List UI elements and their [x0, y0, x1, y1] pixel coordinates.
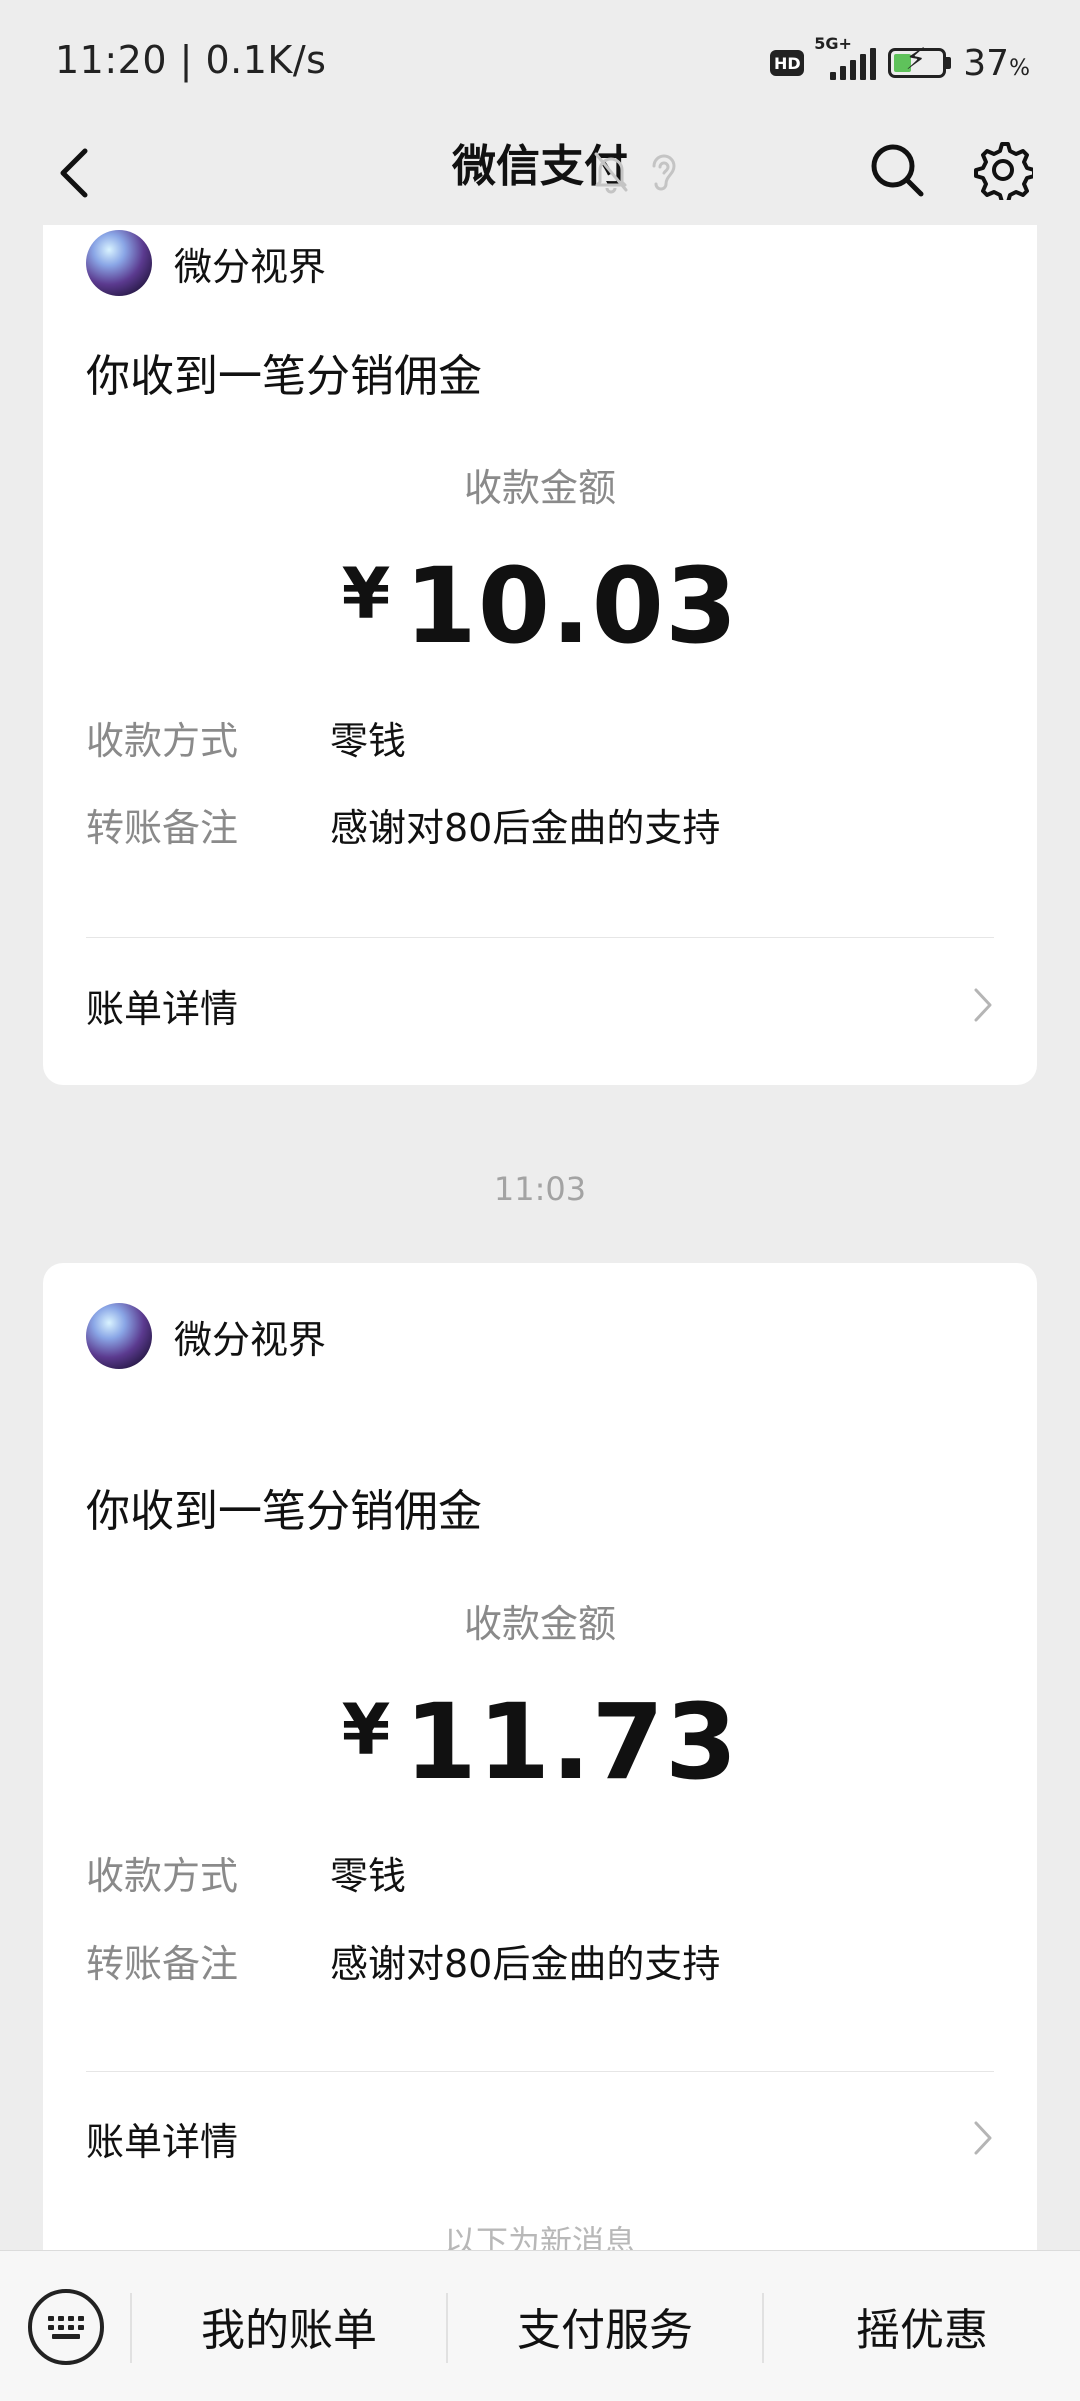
note-label: 转账备注	[86, 1942, 239, 1986]
merchant-header[interactable]: 微分视界	[86, 230, 326, 296]
merchant-avatar[interactable]	[86, 1303, 152, 1369]
menu-payment-services[interactable]: 支付服务	[448, 2251, 762, 2401]
merchant-name: 微分视界	[174, 244, 327, 289]
bill-detail-link[interactable]: 账单详情	[86, 965, 994, 1045]
battery-unit: %	[1009, 55, 1030, 81]
network-type: 5G+	[814, 34, 852, 53]
search-icon	[871, 144, 924, 197]
transfer-note-row: 转账备注 感谢对80后金曲的支持	[86, 797, 720, 852]
method-label: 收款方式	[86, 1854, 239, 1898]
chevron-right-icon	[974, 988, 992, 1022]
keyboard-toggle-button[interactable]	[28, 2289, 104, 2365]
status-separator: |	[179, 38, 206, 82]
amount-number: 11.73	[404, 1681, 739, 1803]
amount-number: 10.03	[404, 545, 739, 667]
payment-card[interactable]: 微分视界 你收到一笔分销佣金 收款金额 ¥11.73 收款方式 零钱 转账备注 …	[43, 1263, 1037, 2250]
amount-value: ¥11.73	[43, 1681, 1037, 1803]
method-value: 零钱	[330, 719, 407, 763]
note-value: 感谢对80后金曲的支持	[330, 806, 721, 850]
chat-status-icons	[592, 150, 678, 194]
battery-shell: ⚡	[888, 42, 947, 78]
bill-detail-label: 账单详情	[86, 2119, 239, 2164]
note-label: 转账备注	[86, 806, 239, 850]
divider	[86, 937, 994, 938]
amount-label: 收款金额	[463, 1602, 616, 1646]
signal-bar	[850, 60, 857, 80]
status-indicators: HD 5G+ ⚡ 37%	[770, 34, 1030, 88]
new-messages-hint: 以下为新消息	[443, 2223, 636, 2250]
keyboard-spacebar	[52, 2333, 80, 2339]
signal-bar	[830, 72, 837, 80]
currency-symbol: ¥	[341, 553, 391, 635]
message-list[interactable]: 微分视界 你收到一笔分销佣金 收款金额 ¥10.03 收款方式 零钱 转账备注 …	[0, 225, 1080, 2250]
bell-off-icon	[594, 152, 628, 194]
merchant-name: 微分视界	[174, 1317, 327, 1362]
battery-tip	[946, 57, 952, 69]
signal-bar	[860, 54, 867, 80]
menu-my-bills[interactable]: 我的账单	[132, 2251, 446, 2401]
signal-bar	[870, 48, 877, 80]
status-bar: 11:20 | 0.1K/s HD 5G+ ⚡ 37%	[0, 0, 1080, 120]
signal-bar	[840, 66, 847, 80]
amount-label: 收款金额	[463, 466, 616, 510]
chevron-right-icon	[974, 2121, 992, 2155]
menu-shake-offers[interactable]: 摇优惠	[764, 2251, 1080, 2401]
keyboard-keys	[48, 2315, 84, 2330]
card-headline: 你收到一笔分销佣金	[86, 351, 482, 402]
bottom-menu-bar: 我的账单 支付服务 摇优惠	[0, 2250, 1080, 2401]
currency-symbol: ¥	[341, 1689, 391, 1771]
bill-detail-label: 账单详情	[86, 986, 239, 1031]
method-value: 零钱	[330, 1854, 407, 1898]
transfer-note-row: 转账备注 感谢对80后金曲的支持	[86, 1933, 720, 1988]
battery-icon: ⚡	[888, 42, 952, 78]
settings-button[interactable]	[968, 135, 1038, 205]
payment-card[interactable]: 微分视界 你收到一笔分销佣金 收款金额 ¥10.03 收款方式 零钱 转账备注 …	[43, 225, 1037, 1085]
signal-icon: 5G+	[814, 34, 877, 80]
hd-badge: HD	[770, 50, 805, 76]
amount-value: ¥10.03	[43, 545, 1037, 667]
payment-method-row: 收款方式 零钱	[86, 710, 406, 765]
search-button[interactable]	[862, 135, 932, 205]
net-speed: 0.1K/s	[205, 38, 327, 82]
merchant-header[interactable]: 微分视界	[86, 1303, 326, 1369]
message-timestamp: 11:03	[493, 1170, 587, 1208]
bill-detail-link[interactable]: 账单详情	[86, 2098, 994, 2178]
battery-value: 37	[963, 42, 1010, 84]
gear-icon	[974, 142, 1033, 200]
divider	[86, 2071, 994, 2072]
note-value: 感谢对80后金曲的支持	[330, 1942, 721, 1986]
charging-bolt-icon: ⚡	[905, 42, 927, 77]
status-time: 11:20 | 0.1K/s	[55, 38, 326, 82]
battery-percent: 37%	[963, 43, 1030, 84]
method-label: 收款方式	[86, 719, 239, 763]
ear-icon	[652, 154, 676, 191]
keyboard-icon	[48, 2315, 84, 2339]
card-headline: 你收到一笔分销佣金	[86, 1486, 482, 1537]
clock: 11:20	[55, 38, 168, 82]
nav-bar: 微信支付	[0, 120, 1080, 225]
payment-method-row: 收款方式 零钱	[86, 1845, 406, 1900]
merchant-avatar[interactable]	[86, 230, 152, 296]
